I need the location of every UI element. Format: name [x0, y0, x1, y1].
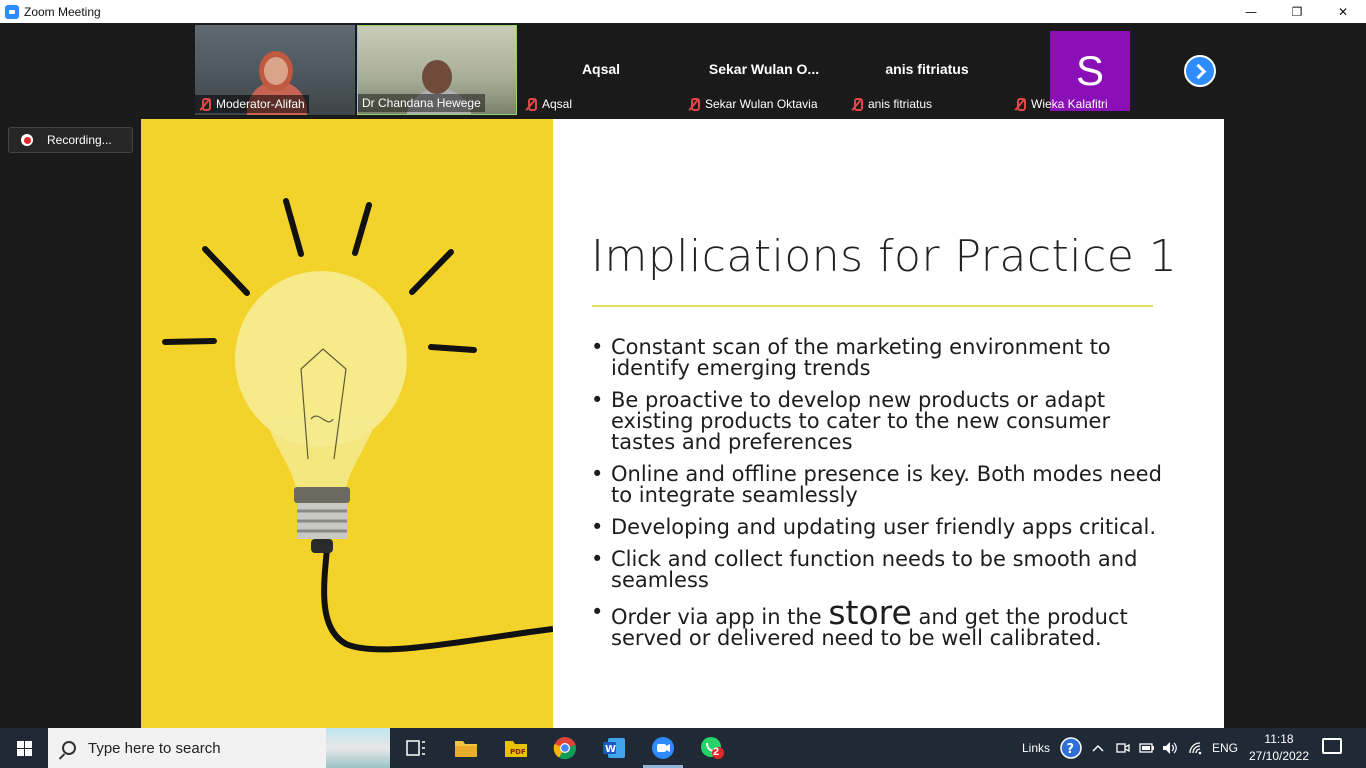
wifi-icon[interactable]: [1188, 728, 1204, 768]
participant-tile[interactable]: anis fitriatus anis fitriatus: [847, 25, 1007, 115]
mic-muted-icon: [851, 97, 863, 111]
mic-muted-icon: [1014, 97, 1026, 111]
clock-time: 11:18: [1264, 732, 1294, 746]
volume-icon[interactable]: [1162, 728, 1178, 768]
participant-name-label: Wieka Kalafitri: [1010, 95, 1112, 113]
slide-bullet-list: Constant scan of the marketing environme…: [591, 337, 1171, 660]
meet-now-icon[interactable]: [1116, 728, 1130, 768]
record-icon: [21, 134, 33, 146]
participant-name-label: Dr Chandana Hewege: [358, 94, 485, 112]
search-placeholder: Type here to search: [88, 739, 221, 757]
minimize-button[interactable]: —: [1228, 0, 1274, 23]
slide-title: Implications for Practice 1: [591, 231, 1178, 282]
pdf-reader-icon[interactable]: PDF: [503, 736, 529, 760]
participant-display-name: anis fitriatus: [885, 61, 969, 77]
word-icon[interactable]: W: [601, 736, 627, 760]
zoom-app-icon[interactable]: [650, 736, 676, 760]
zoom-icon: [5, 4, 19, 19]
window-title: Zoom Meeting: [24, 4, 101, 19]
language-label: ENG: [1212, 741, 1239, 755]
notification-center-icon[interactable]: [1322, 738, 1342, 754]
next-page-arrow-icon[interactable]: [1184, 55, 1216, 87]
links-toolbar[interactable]: Links: [1022, 728, 1050, 768]
participant-name: Moderator-Alifah: [216, 97, 305, 111]
bullet-item: Online and offline presence is key. Both…: [591, 464, 1171, 506]
links-label: Links: [1022, 741, 1051, 755]
participant-tile[interactable]: Aqsal Aqsal: [521, 25, 681, 115]
participant-display-name: Sekar Wulan O...: [708, 61, 820, 77]
participant-face: [264, 57, 288, 85]
chevron-up-icon[interactable]: [1092, 728, 1104, 768]
recording-label: Recording...: [47, 133, 112, 147]
title-divider: [592, 305, 1153, 307]
lightbulb-illustration: [162, 198, 554, 653]
window-controls: — ❐ ✕: [1228, 0, 1366, 23]
slide-image-panel: [141, 119, 554, 728]
mic-muted-icon: [199, 97, 211, 111]
bullet-item: Be proactive to develop new products or …: [591, 390, 1171, 453]
participant-name: Wieka Kalafitri: [1031, 97, 1108, 111]
restore-button[interactable]: ❐: [1274, 0, 1320, 23]
taskbar-clock[interactable]: 11:18 27/10/2022: [1244, 731, 1314, 765]
participant-name: anis fitriatus: [868, 97, 933, 111]
participant-strip: Moderator-Alifah Dr Chandana Hewege Aqsa…: [0, 23, 1366, 119]
participant-tile[interactable]: S Wieka Kalafitri: [1010, 25, 1170, 115]
close-button[interactable]: ✕: [1320, 0, 1366, 23]
clock-date: 27/10/2022: [1248, 749, 1310, 763]
bullet-item: Developing and updating user friendly ap…: [591, 517, 1171, 539]
bullet-item: Order via app in the store and get the p…: [591, 596, 1171, 649]
participant-name-label: Sekar Wulan Oktavia: [684, 95, 822, 113]
bullet-item: Constant scan of the marketing environme…: [591, 337, 1171, 379]
search-highlight-image[interactable]: [326, 728, 390, 768]
participant-name: Aqsal: [542, 97, 573, 111]
participant-name-label: Moderator-Alifah: [195, 95, 309, 113]
bullet-item: Click and collect function needs to be s…: [591, 549, 1171, 591]
mic-muted-icon: [525, 97, 537, 111]
svg-text:PDF: PDF: [510, 748, 526, 756]
recording-indicator[interactable]: Recording...: [8, 127, 133, 153]
participant-name-label: Aqsal: [521, 95, 576, 113]
help-icon[interactable]: ?: [1060, 728, 1082, 768]
start-button[interactable]: [0, 728, 48, 768]
file-explorer-icon[interactable]: [453, 736, 479, 760]
notification-badge: 2: [713, 746, 720, 758]
language-indicator[interactable]: ENG: [1212, 728, 1238, 768]
participant-tile[interactable]: Moderator-Alifah: [195, 25, 355, 115]
participant-name-label: anis fitriatus: [847, 95, 936, 113]
chrome-icon[interactable]: [552, 736, 578, 760]
windows-logo-icon: [16, 740, 32, 756]
participant-name: Sekar Wulan Oktavia: [705, 97, 818, 111]
shared-screen-slide: Implications for Practice 1 Constant sca…: [141, 119, 1224, 728]
task-view-icon[interactable]: [403, 736, 429, 760]
participant-tile-active-speaker[interactable]: Dr Chandana Hewege: [357, 25, 517, 115]
participant-tile[interactable]: Sekar Wulan O... Sekar Wulan Oktavia: [684, 25, 844, 115]
participant-display-name: Aqsal: [581, 61, 621, 77]
battery-icon[interactable]: [1139, 728, 1155, 768]
window-title-bar: Zoom Meeting — ❐ ✕: [0, 0, 1366, 23]
mic-muted-icon: [688, 97, 700, 111]
svg-text:?: ?: [1067, 742, 1075, 757]
participant-name: Dr Chandana Hewege: [362, 96, 481, 110]
search-icon: [62, 741, 76, 755]
whatsapp-icon[interactable]: 2: [699, 736, 725, 760]
participant-head: [422, 60, 452, 94]
svg-text:W: W: [605, 744, 616, 755]
taskbar-search-box[interactable]: Type here to search: [48, 728, 328, 768]
